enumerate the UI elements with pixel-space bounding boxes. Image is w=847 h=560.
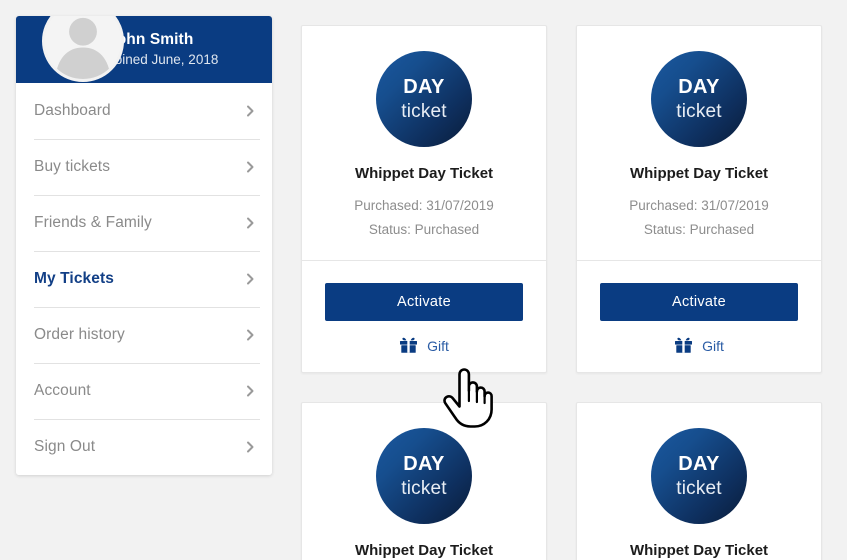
ticket-meta: Purchased: 31/07/2019 Status: Purchased [629,194,769,242]
ticket-card-body: DAY ticket Whippet Day Ticket Purchased:… [302,26,546,260]
user-silhouette-icon [45,16,121,79]
sidebar-item-label: Buy tickets [34,158,111,175]
ticket-status: Status: Purchased [643,222,755,238]
gift-label: Gift [702,337,724,354]
badge-line-2: ticket [401,478,447,500]
badge-line-2: ticket [401,101,447,122]
sidebar-item-label: Sign Out [34,438,96,455]
gift-icon [674,337,693,354]
activate-button[interactable]: Activate [600,283,798,322]
sidebar-item-dashboard[interactable]: Dashboard [16,83,272,139]
ticket-card-footer: Activate Gift [577,260,821,372]
ticket-status: Status: Purchased [368,222,480,238]
profile-header: John Smith Joined June, 2018 [16,16,272,83]
ticket-meta: Purchased: 31/07/2019 Status: Purchased [354,194,494,242]
sidebar-item-label: My Tickets [34,270,114,287]
chevron-right-icon [244,217,256,229]
sidebar-item-label: Friends & Family [34,214,152,231]
ticket-title: Whippet Day Ticket [354,542,494,560]
sidebar-item-account[interactable]: Account [16,363,272,419]
ticket-card: DAY ticket Whippet Day Ticket Purchased:… [301,402,547,560]
ticket-title: Whippet Day Ticket [354,165,494,182]
day-ticket-badge: DAY ticket [376,51,472,147]
sidebar-item-my-tickets[interactable]: My Tickets [16,251,272,307]
chevron-right-icon [244,105,256,117]
ticket-card-body: DAY ticket Whippet Day Ticket Purchased:… [577,26,821,260]
sidebar-item-friends-family[interactable]: Friends & Family [16,195,272,251]
ticket-title: Whippet Day Ticket [629,165,769,182]
sidebar-item-label: Dashboard [34,102,111,119]
ticket-card-body: DAY ticket Whippet Day Ticket Purchased:… [577,403,821,560]
ticket-purchased-date: Purchased: 31/07/2019 [629,198,769,214]
activate-button[interactable]: Activate [325,283,523,322]
sidebar-item-label: Order history [34,326,125,343]
gift-label: Gift [427,337,449,354]
ticket-card-footer: Activate Gift [302,260,546,372]
sidebar-item-sign-out[interactable]: Sign Out [16,419,272,475]
ticket-card: DAY ticket Whippet Day Ticket Purchased:… [576,402,822,560]
avatar [42,16,124,82]
badge-line-1: DAY [678,76,720,98]
badge-line-2: ticket [676,101,722,122]
gift-link[interactable]: Gift [674,337,724,354]
ticket-card: DAY ticket Whippet Day Ticket Purchased:… [301,25,547,374]
ticket-card: DAY ticket Whippet Day Ticket Purchased:… [576,25,822,374]
ticket-grid: DAY ticket Whippet Day Ticket Purchased:… [301,25,833,560]
gift-link[interactable]: Gift [399,337,449,354]
account-sidebar: John Smith Joined June, 2018 Dashboard B… [16,16,272,475]
badge-line-1: DAY [403,453,445,476]
chevron-right-icon [244,329,256,341]
sidebar-nav: Dashboard Buy tickets Friends & Family M… [16,83,272,475]
day-ticket-badge: DAY ticket [651,428,747,525]
ticket-purchased-date: Purchased: 31/07/2019 [354,198,494,214]
chevron-right-icon [244,385,256,397]
ticket-title: Whippet Day Ticket [629,542,769,560]
day-ticket-badge: DAY ticket [376,428,472,525]
profile-text: John Smith Joined June, 2018 [108,30,218,68]
chevron-right-icon [244,273,256,285]
profile-joined-date: Joined June, 2018 [108,51,219,67]
sidebar-item-buy-tickets[interactable]: Buy tickets [16,139,272,195]
chevron-right-icon [244,161,256,173]
badge-line-2: ticket [676,478,722,500]
badge-line-1: DAY [403,76,445,98]
day-ticket-badge: DAY ticket [651,51,747,147]
ticket-card-body: DAY ticket Whippet Day Ticket Purchased:… [302,403,546,560]
gift-icon [399,337,418,354]
sidebar-item-order-history[interactable]: Order history [16,307,272,363]
my-tickets-page: John Smith Joined June, 2018 Dashboard B… [0,0,847,560]
profile-name: John Smith [108,31,194,49]
chevron-right-icon [244,441,256,453]
badge-line-1: DAY [678,453,720,476]
sidebar-item-label: Account [34,382,91,399]
